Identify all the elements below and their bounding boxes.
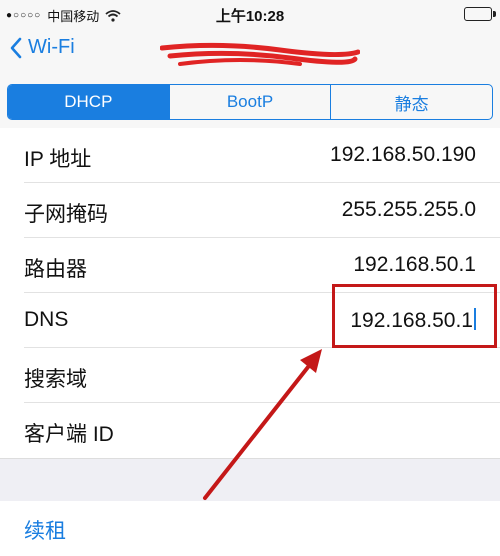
client-id-label: 客户端 ID [24, 423, 114, 446]
router-label: 路由器 [24, 258, 87, 281]
status-time: 上午10:28 [215, 8, 285, 25]
chevron-left-icon [10, 37, 22, 58]
tab-bootp[interactable]: BootP [170, 85, 332, 119]
section-separator [0, 458, 500, 502]
redaction-scribble [160, 42, 360, 66]
router-value: 192.168.50.1 [353, 253, 476, 276]
battery-icon [464, 7, 496, 21]
back-label: Wi-Fi [28, 36, 75, 58]
dns-label: DNS [24, 308, 69, 331]
row-ip-address: IP 地址 192.168.50.190 [24, 128, 500, 183]
highlight-box [332, 284, 497, 348]
row-subnet-mask: 子网掩码 255.255.255.0 [24, 183, 500, 238]
tab-dhcp[interactable]: DHCP [8, 85, 170, 119]
search-domain-label: 搜索域 [24, 368, 87, 391]
mode-segmented-control: DHCP BootP 静态 [7, 84, 493, 120]
subnet-mask-label: 子网掩码 [24, 203, 108, 226]
row-client-id[interactable]: 客户端 ID [24, 403, 500, 458]
row-search-domain[interactable]: 搜索域 [24, 348, 500, 403]
renew-lease-row[interactable]: 续租 [0, 501, 500, 556]
ip-address-value: 192.168.50.190 [330, 143, 476, 166]
navigation-bar: Wi-Fi [0, 28, 500, 74]
subnet-mask-value: 255.255.255.0 [341, 198, 476, 221]
segment-area: DHCP BootP 静态 [0, 74, 500, 129]
tab-static[interactable]: 静态 [331, 85, 492, 119]
renew-lease-button[interactable]: 续租 [24, 515, 66, 545]
status-bar: ●○○○○ 中国移动 上午10:28 [0, 0, 500, 28]
back-button[interactable]: Wi-Fi [10, 36, 75, 59]
ip-address-label: IP 地址 [24, 148, 92, 171]
